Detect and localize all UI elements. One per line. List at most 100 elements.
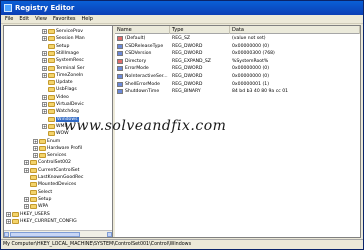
cell-data: 0x00000000 (0) [232, 66, 269, 72]
tree-item[interactable]: + VirtualDevic [42, 101, 84, 108]
watermark: www.solveandfix.com [64, 118, 227, 134]
content-panes: + ServiceProv + Session Man Setup + StillImage… [3, 25, 361, 238]
tree-item[interactable]: + Video [42, 94, 69, 101]
expand-icon[interactable]: + [42, 36, 47, 42]
folder-icon [48, 29, 55, 34]
folder-icon [30, 167, 37, 173]
folder-icon [30, 175, 37, 180]
expand-icon[interactable]: + [42, 102, 47, 107]
tree-item[interactable]: + HKEY_USERS [6, 211, 50, 218]
cell-type: REG_EXPAND_SZ [172, 58, 211, 64]
expand-icon[interactable]: + [24, 196, 29, 202]
expand-icon[interactable]: + [42, 65, 47, 71]
tree-item-label: SystemResc [56, 58, 84, 64]
column-header-name[interactable]: Name [115, 26, 170, 34]
expand-icon[interactable]: + [24, 204, 29, 210]
tree-item[interactable]: + Enum [33, 138, 60, 145]
expand-icon[interactable]: + [6, 211, 11, 217]
folder-icon [30, 182, 37, 188]
folder-icon [48, 50, 55, 56]
folder-icon [12, 211, 19, 217]
binary-value-icon [117, 74, 123, 79]
cell-name: CSDVersion [125, 51, 152, 57]
expand-icon[interactable]: + [24, 167, 29, 173]
expand-icon[interactable]: + [42, 94, 47, 100]
tree-item[interactable]: + Terminal Ser [42, 65, 85, 72]
tree-item[interactable]: + WMI [42, 123, 66, 130]
tree-item[interactable]: Select [24, 189, 52, 196]
tree-item[interactable]: + WPA [24, 203, 48, 210]
status-bar: My Computer\HKEY_LOCAL_MACHINE\SYSTEM\Co… [1, 239, 363, 249]
tree-item[interactable]: Setup [42, 43, 69, 50]
tree-item[interactable]: + Setup [24, 196, 51, 203]
binary-value-icon [117, 66, 123, 72]
tree-item-label: Setup [38, 196, 52, 202]
tree-item[interactable]: + Session Man [42, 35, 85, 42]
expand-icon[interactable]: + [42, 109, 47, 115]
menu-help[interactable]: Help [82, 16, 93, 22]
expand-icon[interactable]: + [33, 145, 38, 151]
tree-item[interactable]: + ControlSet002 [24, 159, 71, 166]
tree-item[interactable]: + Watchdog [42, 108, 79, 115]
title-bar[interactable]: Registry Editor [1, 1, 363, 15]
list-row[interactable]: CSDReleaseType REG_DWORD 0x00000000 (0) [115, 43, 360, 50]
tree-item[interactable]: MountedDevices [24, 181, 76, 188]
folder-icon [12, 218, 19, 224]
expand-icon[interactable]: + [33, 153, 38, 159]
string-value-icon [117, 58, 123, 64]
tree-item[interactable]: + TimeZoneIn [42, 72, 83, 79]
tree-item[interactable]: LastKnownGoodRec [24, 174, 83, 181]
list-row[interactable]: ShellErrorMode REG_DWORD 0x00000001 (1) [115, 81, 360, 88]
menu-view[interactable]: View [35, 16, 47, 22]
tree-item[interactable]: UsbFlags [42, 86, 77, 93]
column-header-data[interactable]: Data [230, 26, 360, 34]
tree-item-label: Setup [56, 43, 70, 49]
expand-icon[interactable]: + [42, 72, 47, 78]
list-row[interactable]: (Default) REG_SZ (value not set) [115, 35, 360, 42]
column-header-type[interactable]: Type [170, 26, 230, 34]
tree-item[interactable]: + CurrentControlSet [24, 167, 79, 174]
tree-item[interactable]: + ServiceProv [42, 28, 83, 35]
tree-horizontal-scrollbar[interactable] [4, 230, 112, 237]
tree-item[interactable]: Update [42, 79, 73, 86]
expand-icon[interactable]: + [42, 29, 47, 34]
list-row[interactable]: CSDVersion REG_DWORD 0x00000300 (768) [115, 50, 360, 57]
expand-icon[interactable]: + [6, 218, 11, 224]
expand-icon[interactable]: + [42, 50, 47, 56]
scrollbar-thumb[interactable] [10, 232, 80, 237]
cell-data: 0x00000300 (768) [232, 51, 275, 57]
tree-item[interactable]: + StillImage [42, 50, 79, 57]
folder-icon [48, 72, 55, 78]
registry-editor-window: Registry Editor File Edit View Favorites… [0, 0, 364, 250]
expand-icon[interactable]: + [42, 123, 47, 129]
list-row[interactable]: ShutdownTime REG_BINARY 84 bd b3 40 80 9a … [115, 88, 360, 95]
tree-item[interactable]: + SystemResc [42, 57, 84, 64]
cell-type: REG_SZ [172, 36, 191, 41]
tree-item-label: Enum [47, 138, 61, 144]
list-row[interactable]: NoInteractiveSer... REG_DWORD 0x00000000 (… [115, 73, 360, 80]
menu-edit[interactable]: Edit [19, 16, 29, 22]
tree-item[interactable]: + Services [33, 152, 66, 159]
menu-file[interactable]: File [5, 16, 13, 22]
menu-favorites[interactable]: Favorites [53, 16, 76, 22]
scroll-left-arrow-icon[interactable] [4, 232, 9, 237]
tree-item-label: UsbFlags [56, 87, 77, 93]
expand-icon[interactable]: + [42, 58, 47, 64]
list-row[interactable]: Directory REG_EXPAND_SZ %SystemRoot% [115, 58, 360, 65]
expand-icon[interactable]: + [24, 160, 29, 166]
folder-icon [39, 138, 46, 144]
cell-data: 0x00000000 (0) [232, 43, 269, 49]
tree-item[interactable]: + Hardware Profil [33, 145, 82, 152]
expand-icon[interactable]: + [33, 138, 38, 144]
tree-item[interactable]: + HKEY_CURRENT_CONFIG [6, 218, 77, 225]
list-header: Name Type Data [115, 26, 360, 34]
folder-icon [48, 131, 55, 137]
tree-item-label: LastKnownGoodRec [38, 175, 84, 180]
registry-editor-icon [4, 4, 12, 12]
folder-icon [48, 58, 55, 64]
list-row[interactable]: ErrorMode REG_DWORD 0x00000000 (0) [115, 65, 360, 72]
folder-icon [30, 189, 37, 195]
